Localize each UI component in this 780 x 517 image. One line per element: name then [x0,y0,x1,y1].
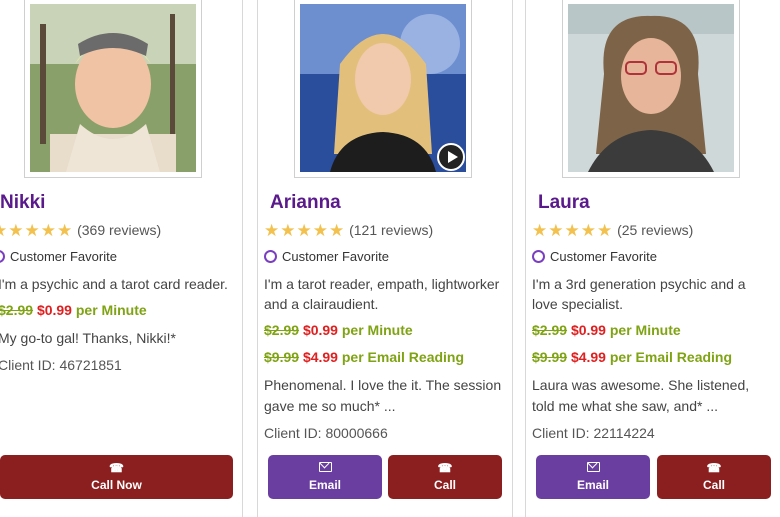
advisor-photo[interactable] [294,0,472,178]
price-per-minute: $2.99 $0.99 per Minute [264,322,413,338]
advisor-name[interactable]: Nikki [0,192,45,214]
badge-label: Customer Favorite [282,249,389,264]
heart-icon [0,250,5,263]
review-snippet: Laura was awesome. She listened, told me… [532,377,750,414]
email-label: Email [576,478,609,492]
advisor-name[interactable]: Laura [538,192,590,214]
new-price: $0.99 [570,322,606,338]
customer-favorite-badge: Customer Favorite [532,249,657,264]
advisor-description: I'm a 3rd generation psychic and a love … [532,276,746,312]
call-label: Call Now [91,478,142,492]
call-button[interactable]: ☎ Call [657,455,771,499]
old-price: $9.99 [532,349,568,365]
rating: ★★★★★ (121 reviews) [264,221,433,241]
star-rating-icon: ★★★★★ [0,221,74,240]
envelope-icon [268,461,382,475]
client-id: Client ID: 22114224 [532,425,655,441]
new-price: $0.99 [36,302,72,318]
call-now-button[interactable]: ☎ Call Now [0,455,233,499]
price-per-minute: $2.99 $0.99 per Minute [532,322,681,338]
phone-icon: ☎ [437,461,453,475]
price-per-email: $9.99 $4.99 per Email Reading [532,349,732,365]
advisor-description: I'm a tarot reader, empath, lightworker … [264,276,500,312]
phone-icon: ☎ [109,461,124,475]
advisor-card-arianna: Arianna ★★★★★ (121 reviews) Customer Fav… [257,0,513,517]
email-button[interactable]: Email [268,455,382,499]
heart-icon [532,250,545,263]
customer-favorite-badge: Customer Favorite [0,249,117,264]
badge-label: Customer Favorite [550,249,657,264]
old-price: $9.99 [264,349,300,365]
price-unit: per Email Reading [341,349,465,365]
old-price: $2.99 [0,302,34,318]
star-rating-icon: ★★★★★ [532,221,614,240]
call-label: Call [702,478,725,492]
advisor-description: I'm a psychic and a tarot card reader. [0,276,228,292]
play-video-icon[interactable] [437,143,465,171]
heart-icon [264,250,277,263]
price-unit: per Minute [609,322,681,338]
new-price: $4.99 [570,349,606,365]
old-price: $2.99 [532,322,568,338]
client-id: Client ID: 80000666 [264,425,388,441]
advisor-photo[interactable] [24,0,202,178]
envelope-icon [536,461,650,475]
client-id: Client ID: 46721851 [0,357,122,373]
call-label: Call [433,478,456,492]
advisor-card-laura: Laura ★★★★★ (25 reviews) Customer Favori… [525,0,780,517]
star-rating-icon: ★★★★★ [264,221,346,240]
review-count[interactable]: (369 reviews) [77,222,161,238]
advisor-name[interactable]: Arianna [270,192,341,214]
customer-favorite-badge: Customer Favorite [264,249,389,264]
price-per-email: $9.99 $4.99 per Email Reading [264,349,464,365]
price-unit: per Minute [75,302,147,318]
price-per-minute: $2.99 $0.99 per Minute [0,302,147,318]
advisor-photo[interactable] [562,0,740,178]
email-label: Email [308,478,341,492]
badge-label: Customer Favorite [10,249,117,264]
advisor-portrait-image [30,4,196,172]
review-count[interactable]: (25 reviews) [617,222,693,238]
advisor-portrait-image [568,4,734,172]
review-count[interactable]: (121 reviews) [349,222,433,238]
advisor-card-nikki: Nikki ★★★★★ (369 reviews) Customer Favor… [0,0,243,517]
price-unit: per Minute [341,322,413,338]
review-snippet: Phenomenal. I love the it. The session g… [264,377,502,414]
new-price: $4.99 [302,349,338,365]
rating: ★★★★★ (25 reviews) [532,221,693,241]
price-unit: per Email Reading [609,349,733,365]
call-button[interactable]: ☎ Call [388,455,502,499]
review-snippet: My go-to gal! Thanks, Nikki!* [0,330,176,346]
email-button[interactable]: Email [536,455,650,499]
old-price: $2.99 [264,322,300,338]
rating: ★★★★★ (369 reviews) [0,221,161,241]
new-price: $0.99 [302,322,338,338]
phone-icon: ☎ [706,461,722,475]
